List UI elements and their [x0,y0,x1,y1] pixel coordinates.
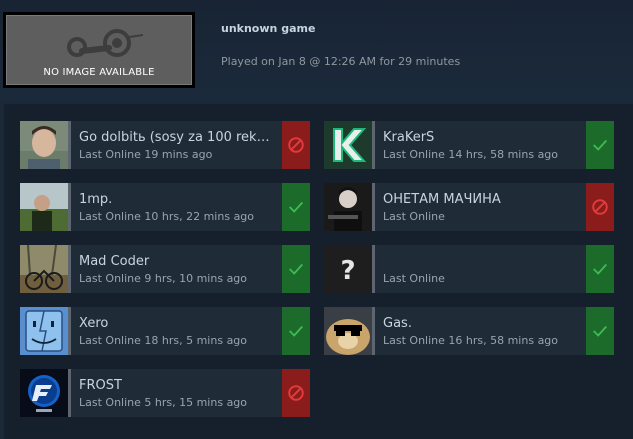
game-capsule-image[interactable]: NO IMAGE AVAILABLE [3,12,195,88]
status-bar [68,369,71,417]
friend-name[interactable]: Xero [79,316,275,331]
achievement-badge [586,245,614,293]
finder-face-icon [20,307,68,355]
friend-card[interactable]: Xero Last Online 18 hrs, 5 mins ago [20,307,310,355]
friend-last-online: Last Online 19 mins ago [79,148,213,161]
achieved-check-icon [289,325,303,337]
friend-card[interactable]: Gas. Last Online 16 hrs, 58 mins ago [324,307,614,355]
status-bar [372,121,375,169]
avatar[interactable] [20,121,68,169]
friend-last-online: Last Online [383,210,445,223]
outdoor-photo-icon [20,183,68,231]
friend-card[interactable]: Mad Coder Last Online 9 hrs, 10 mins ago [20,245,310,293]
achievement-badge [282,183,310,231]
not-achieved-icon [288,137,304,153]
friend-last-online: Last Online 5 hrs, 15 mins ago [79,396,248,409]
no-image-label: NO IMAGE AVAILABLE [43,67,155,78]
achieved-check-icon [289,201,303,213]
avatar[interactable] [20,245,68,293]
friend-last-online: Last Online 16 hrs, 58 mins ago [383,334,559,347]
status-bar [372,245,375,293]
not-achieved-icon [592,199,608,215]
game-title: unknown game [221,22,316,35]
friend-card[interactable]: FROST Last Online 5 hrs, 15 mins ago [20,369,310,417]
avatar[interactable] [324,183,372,231]
avatar[interactable] [324,307,372,355]
friend-name[interactable]: 1mp. [79,192,275,207]
achieved-check-icon [593,325,607,337]
achievement-badge [586,183,614,231]
friend-name[interactable]: Go dolbitь (sosy za 100 reksov) [79,130,275,145]
achievement-badge [282,245,310,293]
friend-last-online: Last Online 9 hrs, 10 mins ago [79,272,248,285]
friends-panel: Go dolbitь (sosy za 100 reksov) Last Onl… [4,104,633,439]
status-bar [68,307,71,355]
friend-card[interactable]: ? Last Online [324,245,614,293]
friend-last-online: Last Online 10 hrs, 22 mins ago [79,210,255,223]
frost-logo-icon [20,369,68,417]
avatar[interactable] [324,121,372,169]
friend-card[interactable]: 1mp. Last Online 10 hrs, 22 mins ago [20,183,310,231]
friend-name[interactable]: ОНЕТАМ МАЧИНА [383,192,579,207]
avatar[interactable] [20,369,68,417]
person-photo-icon [20,121,68,169]
status-bar [372,183,375,231]
friend-card[interactable]: Go dolbitь (sosy za 100 reksov) Last Onl… [20,121,310,169]
achievement-badge [282,121,310,169]
avatar[interactable] [20,183,68,231]
achievement-badge [282,369,310,417]
play-time: Played on Jan 8 @ 12:26 AM for 29 minute… [221,55,461,68]
status-bar [68,121,71,169]
friend-last-online: Last Online 18 hrs, 5 mins ago [79,334,248,347]
status-bar [68,245,71,293]
question-mark-icon: ? [324,245,372,293]
achievement-badge [282,307,310,355]
friend-last-online: Last Online [383,272,445,285]
svg-text:?: ? [340,256,355,286]
friend-last-online: Last Online 14 hrs, 58 mins ago [383,148,559,161]
achieved-check-icon [289,263,303,275]
friend-card[interactable]: KraKerS Last Online 14 hrs, 58 mins ago [324,121,614,169]
no-image-placeholder: NO IMAGE AVAILABLE [6,15,192,85]
avatar[interactable]: ? [324,245,372,293]
achievement-badge [586,307,614,355]
dark-photo-icon [324,183,372,231]
achievement-badge [586,121,614,169]
friend-name[interactable]: Gas. [383,316,579,331]
achieved-check-icon [593,139,607,151]
steam-logo-icon [67,29,144,57]
status-bar [372,307,375,355]
status-bar [68,183,71,231]
avatar[interactable] [20,307,68,355]
doge-glasses-icon [324,307,372,355]
bike-photo-icon [20,245,68,293]
k-logo-icon [324,121,372,169]
friend-name[interactable]: FROST [79,378,275,393]
achieved-check-icon [593,263,607,275]
friend-name[interactable]: KraKerS [383,130,579,145]
friend-card[interactable]: ОНЕТАМ МАЧИНА Last Online [324,183,614,231]
not-achieved-icon [288,385,304,401]
friend-name[interactable]: Mad Coder [79,254,275,269]
